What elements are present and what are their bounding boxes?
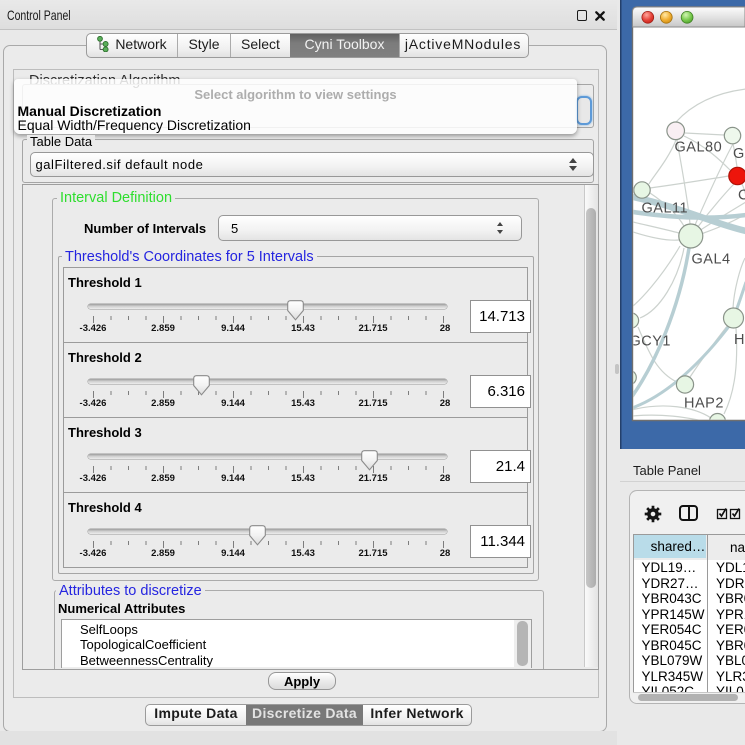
svg-text:GAL11: GAL11 [642, 201, 689, 217]
svg-text:GA: GA [733, 146, 745, 162]
svg-text:GAL80: GAL80 [675, 140, 723, 156]
svg-text:GAL4: GAL4 [692, 252, 731, 268]
svg-text:HAP2: HAP2 [684, 396, 724, 412]
svg-text:HA: HA [734, 332, 745, 348]
svg-text:GCY1: GCY1 [630, 334, 672, 350]
svg-text:CY: CY [738, 188, 745, 204]
